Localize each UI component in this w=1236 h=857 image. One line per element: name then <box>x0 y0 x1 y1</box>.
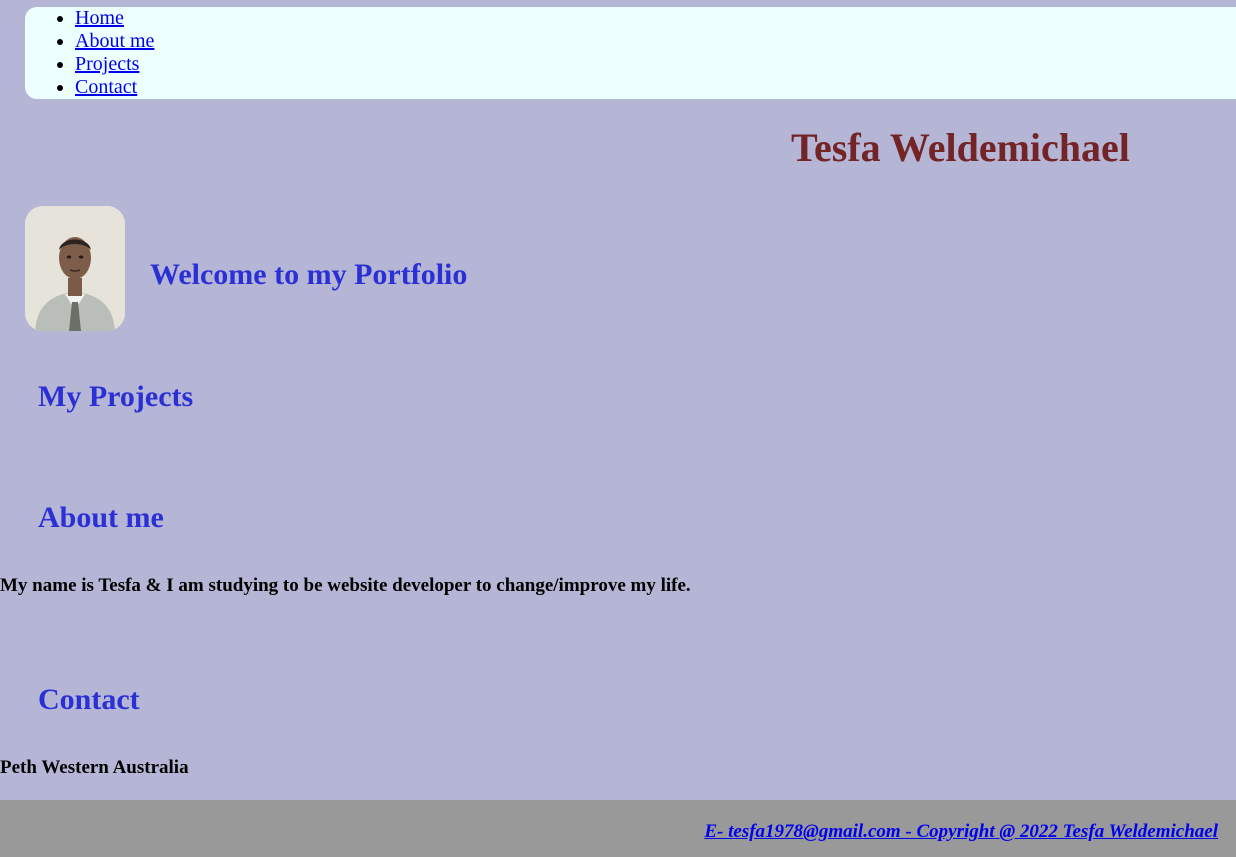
about-text: My name is Tesfa & I am studying to be w… <box>0 575 691 596</box>
nav-item-contact: Contact <box>75 76 1236 99</box>
nav-list: Home About me Projects Contact <box>25 7 1236 99</box>
nav-link-projects[interactable]: Projects <box>75 53 139 75</box>
avatar-photo <box>25 206 125 331</box>
contact-heading: Contact <box>38 683 140 716</box>
nav-item-home: Home <box>75 7 1236 30</box>
main-nav: Home About me Projects Contact <box>25 7 1236 99</box>
footer: E- tesfa1978@gmail.com - Copyright @ 202… <box>0 800 1236 857</box>
site-title: Tesfa Weldemichael <box>791 125 1130 170</box>
nav-item-about: About me <box>75 30 1236 53</box>
nav-link-home[interactable]: Home <box>75 7 124 29</box>
nav-link-contact[interactable]: Contact <box>75 76 137 98</box>
welcome-heading: Welcome to my Portfolio <box>150 258 468 291</box>
contact-location: Peth Western Australia <box>0 757 189 778</box>
avatar <box>25 206 125 331</box>
footer-email-link[interactable]: E- tesfa1978@gmail.com - Copyright @ 202… <box>704 821 1218 843</box>
nav-link-about[interactable]: About me <box>75 30 154 52</box>
about-heading: About me <box>38 501 164 534</box>
nav-item-projects: Projects <box>75 53 1236 76</box>
projects-heading: My Projects <box>38 380 194 413</box>
